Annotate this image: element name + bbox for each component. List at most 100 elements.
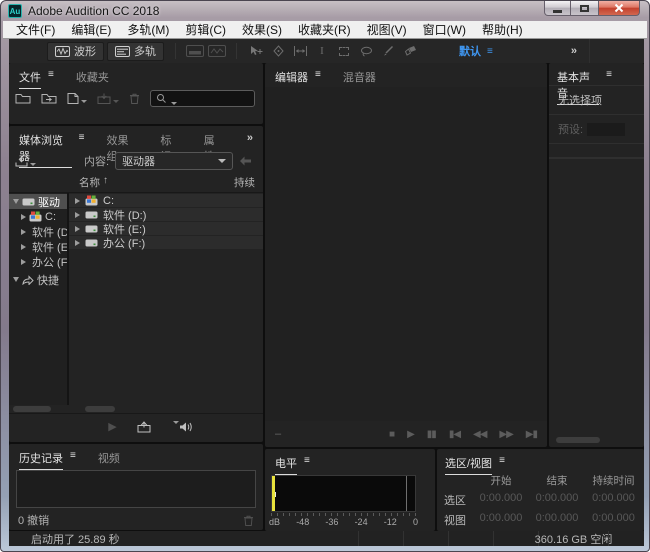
editor-canvas[interactable] <box>265 87 547 421</box>
more-panels-button[interactable]: » <box>247 132 253 144</box>
list-horizontal-scrollbar[interactable] <box>85 406 115 412</box>
essential-horizontal-scrollbar[interactable] <box>556 437 600 443</box>
delete-file-button[interactable] <box>129 93 140 104</box>
search-input[interactable] <box>150 90 255 107</box>
list-item-drive-d[interactable]: 软件 (D:) <box>69 208 263 221</box>
panel-menu-icon[interactable]: ≡ <box>606 69 612 105</box>
list-item-drive-f[interactable]: 办公 (F:) <box>69 236 263 249</box>
marquee-selection-tool-icon[interactable] <box>333 47 355 56</box>
chevron-right-icon[interactable] <box>75 240 80 246</box>
panel-menu-icon[interactable]: ≡ <box>315 69 321 89</box>
move-tool-icon[interactable] <box>245 45 267 57</box>
import-file-button[interactable] <box>41 93 57 104</box>
chevron-right-icon[interactable] <box>75 226 80 232</box>
menu-multitrack[interactable]: 多轨(M) <box>119 21 177 39</box>
app-content: 波形 多轨 I <box>9 39 644 546</box>
panel-menu-icon[interactable]: ≡ <box>70 450 76 470</box>
tab-video[interactable]: 视频 <box>98 450 120 466</box>
selection-end-value[interactable]: 0:00.000 <box>529 492 585 508</box>
tree-item-drive-e[interactable]: 软件 (E:) <box>9 239 67 254</box>
selection-duration-value[interactable]: 0:00.000 <box>585 492 642 508</box>
chevron-down-icon[interactable] <box>13 277 19 282</box>
workspace-menu-icon[interactable]: ≡ <box>487 46 493 57</box>
open-in-editor-button[interactable] <box>137 421 151 433</box>
menu-window[interactable]: 窗口(W) <box>415 21 474 39</box>
panel-menu-icon[interactable]: ≡ <box>304 455 310 475</box>
zoom-control[interactable]: – <box>275 428 281 440</box>
chevron-right-icon[interactable] <box>21 259 26 265</box>
tab-favorites[interactable]: 收藏夹 <box>76 69 109 85</box>
ibeam-tool-icon[interactable]: I <box>311 45 333 57</box>
tab-history[interactable]: 历史记录 ≡ <box>19 450 76 470</box>
import-media-button[interactable] <box>15 155 36 167</box>
brush-tool-icon[interactable] <box>377 45 399 57</box>
fast-forward-button[interactable]: ▶▶ <box>499 429 512 440</box>
view-end-value[interactable]: 0:00.000 <box>529 512 585 528</box>
menu-favorites[interactable]: 收藏夹(R) <box>290 21 359 39</box>
clear-history-button[interactable] <box>243 515 254 526</box>
workspace-selector[interactable]: 默认 <box>459 43 481 59</box>
back-arrow-icon[interactable] <box>239 156 252 166</box>
column-duration[interactable]: 持续 <box>234 175 255 190</box>
list-item-drive-c[interactable]: C: <box>69 194 263 207</box>
menu-view[interactable]: 视图(V) <box>359 21 415 39</box>
tree-item-drive-f[interactable]: 办公 (F:) <box>9 254 67 269</box>
time-selection-tool-icon[interactable] <box>289 45 311 57</box>
menu-effects[interactable]: 效果(S) <box>234 21 290 39</box>
tree-horizontal-scrollbar[interactable] <box>13 406 51 412</box>
menu-edit[interactable]: 编辑(E) <box>63 21 119 39</box>
lasso-tool-icon[interactable] <box>355 46 377 57</box>
panel-menu-icon[interactable]: ≡ <box>48 69 54 89</box>
tab-editor[interactable]: 编辑器 ≡ <box>275 69 321 89</box>
skip-to-start-button[interactable]: ▮◀ <box>449 429 460 440</box>
stop-button[interactable]: ■ <box>389 429 394 440</box>
toolbar-overflow-button[interactable]: » <box>571 45 577 57</box>
chevron-right-icon[interactable] <box>21 214 26 220</box>
title-bar[interactable]: Au Adobe Audition CC 2018 <box>1 1 649 21</box>
column-name[interactable]: 名称 <box>79 175 100 190</box>
menu-file[interactable]: 文件(F) <box>8 21 63 39</box>
waveform-view-button[interactable]: 波形 <box>47 42 104 61</box>
minimize-button[interactable] <box>544 1 571 16</box>
new-file-button[interactable] <box>67 93 87 104</box>
tab-levels[interactable]: 电平 ≡ <box>275 455 310 475</box>
multitrack-view-button[interactable]: 多轨 <box>107 42 164 61</box>
tab-files[interactable]: 文件 ≡ <box>19 69 54 89</box>
history-list[interactable] <box>16 470 256 508</box>
tab-selection-view[interactable]: 选区/视图 ≡ <box>445 455 505 475</box>
close-button[interactable] <box>598 1 640 16</box>
chevron-right-icon[interactable] <box>21 229 26 235</box>
chevron-down-icon[interactable] <box>13 199 19 204</box>
menu-clip[interactable]: 剪辑(C) <box>177 21 234 39</box>
list-item-drive-e[interactable]: 软件 (E:) <box>69 222 263 235</box>
spectral-frequency-icon[interactable] <box>184 45 206 57</box>
preset-input[interactable] <box>587 123 625 136</box>
eraser-tool-icon[interactable] <box>399 45 421 57</box>
chevron-right-icon[interactable] <box>75 198 80 204</box>
pause-button[interactable]: ▮▮ <box>427 429 436 440</box>
razor-tool-icon[interactable] <box>267 45 289 57</box>
insert-into-multitrack-button[interactable] <box>97 93 119 104</box>
panel-menu-icon[interactable]: ≡ <box>499 455 505 475</box>
selection-start-value[interactable]: 0:00.000 <box>473 492 529 508</box>
preview-play-button[interactable]: ▶ <box>108 420 116 433</box>
tree-item-drive-c[interactable]: C: <box>9 209 67 224</box>
essential-empty-row <box>549 143 644 157</box>
view-start-value[interactable]: 0:00.000 <box>473 512 529 528</box>
tab-mixer[interactable]: 混音器 <box>343 69 376 85</box>
loop-audition-button[interactable] <box>171 421 194 433</box>
tree-item-shortcuts[interactable]: 快捷 <box>9 272 67 287</box>
rewind-button[interactable]: ◀◀ <box>473 429 486 440</box>
view-duration-value[interactable]: 0:00.000 <box>585 512 642 528</box>
skip-to-end-button[interactable]: ▶▮ <box>526 429 537 440</box>
play-button[interactable]: ▶ <box>407 429 414 440</box>
chevron-right-icon[interactable] <box>21 244 26 250</box>
chevron-right-icon[interactable] <box>75 212 80 218</box>
content-dropdown[interactable]: 驱动器 <box>115 152 233 170</box>
open-file-button[interactable] <box>15 93 31 104</box>
tree-item-drive-d[interactable]: 软件 (D:) <box>9 224 67 239</box>
menu-help[interactable]: 帮助(H) <box>474 21 531 39</box>
tree-item-drives[interactable]: 驱动 <box>9 194 67 209</box>
spectral-pitch-icon[interactable] <box>206 45 228 57</box>
maximize-button[interactable] <box>571 1 598 16</box>
